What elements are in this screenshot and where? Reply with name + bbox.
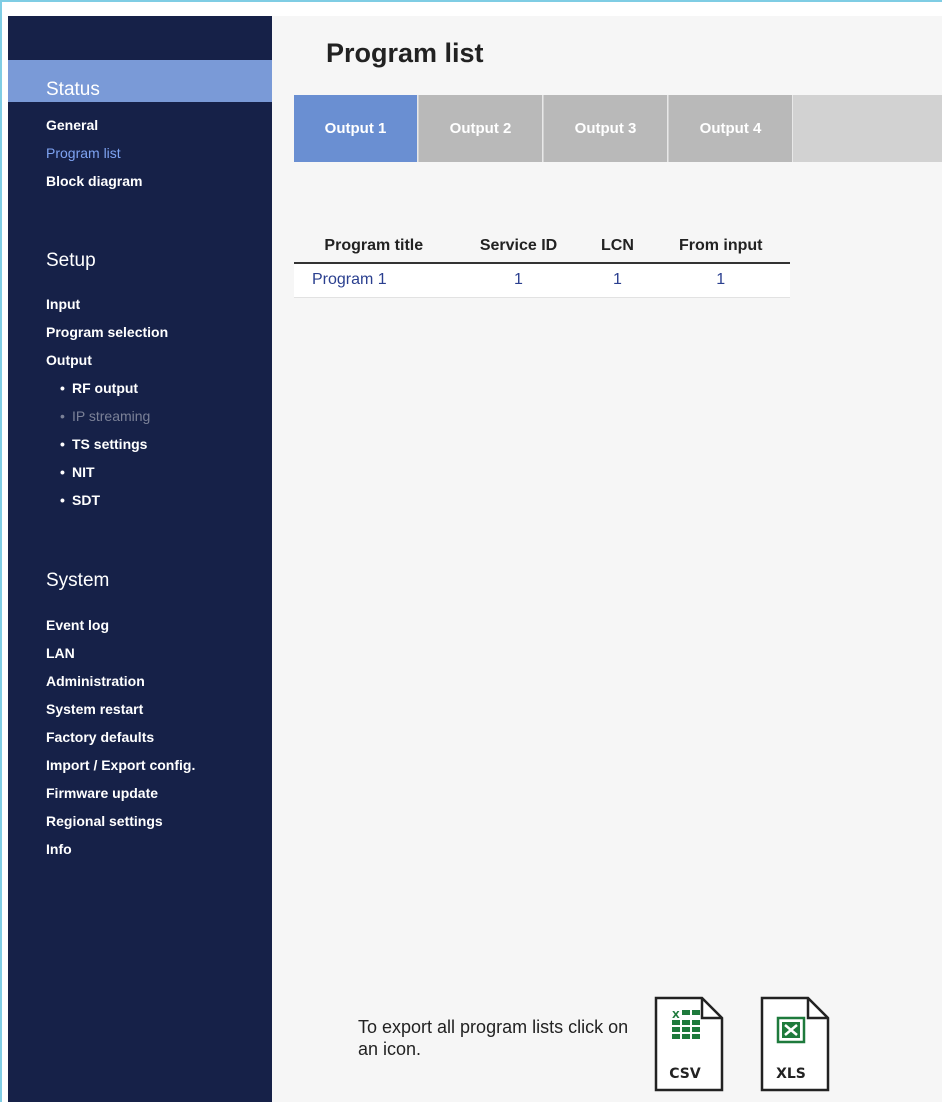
table-header-row: Program title Service ID LCN From input <box>294 229 790 264</box>
sidebar-item-firmware-update[interactable]: Firmware update <box>46 785 158 801</box>
sidebar-item-import-export-config[interactable]: Import / Export config. <box>46 757 195 773</box>
column-header-program-title: Program title <box>294 229 454 264</box>
service-id-cell: 1 <box>453 263 584 298</box>
main-content: Program list Output 1 Output 2 Output 3 … <box>272 16 942 1102</box>
tab-output-1[interactable]: Output 1 <box>294 95 418 162</box>
sidebar-heading-system: System <box>46 570 110 591</box>
table-row: Program 1 1 1 1 <box>294 263 790 298</box>
program-title-cell[interactable]: Program 1 <box>294 263 454 298</box>
csv-label: CSV <box>669 1066 701 1082</box>
sidebar-item-factory-defaults[interactable]: Factory defaults <box>46 729 154 745</box>
sidebar-item-program-list[interactable]: Program list <box>46 145 121 161</box>
sidebar: Status General Program list Block diagra… <box>8 16 272 1102</box>
xls-export-button[interactable]: XLS <box>760 996 830 1092</box>
sidebar-item-regional-settings[interactable]: Regional settings <box>46 813 163 829</box>
sidebar-item-system-restart[interactable]: System restart <box>46 701 143 717</box>
csv-export-button[interactable]: X CSV <box>654 996 724 1092</box>
sidebar-item-administration[interactable]: Administration <box>46 673 145 689</box>
sidebar-subitem-ip-streaming: IP streaming <box>60 408 150 424</box>
sidebar-heading-status[interactable]: Status <box>8 60 272 102</box>
column-header-from-input: From input <box>651 229 790 264</box>
program-table: Program title Service ID LCN From input … <box>294 229 790 298</box>
sidebar-subitem-nit[interactable]: NIT <box>60 464 95 480</box>
sidebar-subitem-rf-output[interactable]: RF output <box>60 380 138 396</box>
sidebar-item-info[interactable]: Info <box>46 841 72 857</box>
lcn-cell: 1 <box>583 263 652 298</box>
column-header-lcn: LCN <box>583 229 652 264</box>
sidebar-item-lan[interactable]: LAN <box>46 645 75 661</box>
sidebar-subitem-ts-settings[interactable]: TS settings <box>60 436 147 452</box>
sidebar-item-input[interactable]: Input <box>46 296 80 312</box>
svg-text:X: X <box>672 1010 680 1021</box>
sidebar-item-event-log[interactable]: Event log <box>46 617 109 633</box>
sidebar-item-general[interactable]: General <box>46 117 98 133</box>
tab-output-2[interactable]: Output 2 <box>419 95 543 162</box>
tab-output-4[interactable]: Output 4 <box>669 95 793 162</box>
xls-label: XLS <box>776 1066 806 1082</box>
output-tabs: Output 1 Output 2 Output 3 Output 4 <box>294 95 942 162</box>
sidebar-heading-setup: Setup <box>46 250 96 271</box>
sidebar-item-block-diagram[interactable]: Block diagram <box>46 173 142 189</box>
tab-output-3[interactable]: Output 3 <box>544 95 668 162</box>
export-instructions: To export all program lists click on an … <box>358 1017 629 1059</box>
from-input-cell: 1 <box>651 263 790 298</box>
page-title: Program list <box>326 38 484 68</box>
column-header-service-id: Service ID <box>453 229 584 264</box>
sidebar-item-program-selection[interactable]: Program selection <box>46 324 168 340</box>
sidebar-item-output[interactable]: Output <box>46 352 92 368</box>
sidebar-subitem-sdt[interactable]: SDT <box>60 492 100 508</box>
